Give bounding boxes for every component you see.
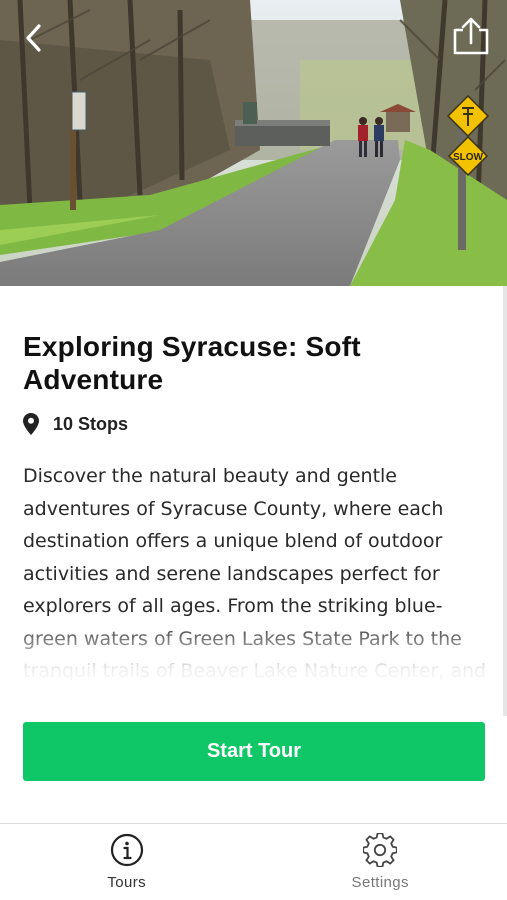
tab-settings-label: Settings — [351, 874, 409, 891]
slow-sign-text: SLOW — [453, 152, 484, 163]
trail-photo: SLOW — [0, 0, 507, 286]
share-icon — [453, 17, 489, 55]
chevron-left-icon — [26, 24, 41, 52]
start-tour-button[interactable]: Start Tour — [23, 722, 485, 781]
gear-icon — [362, 832, 398, 868]
share-button[interactable] — [449, 12, 493, 60]
tab-settings[interactable]: Settings — [254, 824, 507, 900]
info-circle-icon — [109, 832, 145, 868]
stops-row: 10 Stops — [23, 412, 485, 436]
tab-tours-label: Tours — [107, 874, 147, 891]
back-button[interactable] — [16, 18, 52, 58]
hero-image: SLOW — [0, 0, 507, 286]
stops-count: 10 Stops — [53, 413, 129, 434]
description-fade — [23, 620, 493, 690]
map-pin-icon — [23, 413, 39, 435]
tour-title: Exploring Syracuse: Soft Adventure — [23, 331, 361, 395]
bottom-tab-bar: Tours Settings — [0, 823, 507, 900]
tour-description-container: Discover the natural beauty and gentle a… — [23, 460, 493, 690]
tab-tours[interactable]: Tours — [0, 824, 254, 900]
scroll-indicator[interactable] — [503, 286, 507, 716]
tour-header: Exploring Syracuse: Soft Adventure 10 St… — [23, 330, 485, 436]
